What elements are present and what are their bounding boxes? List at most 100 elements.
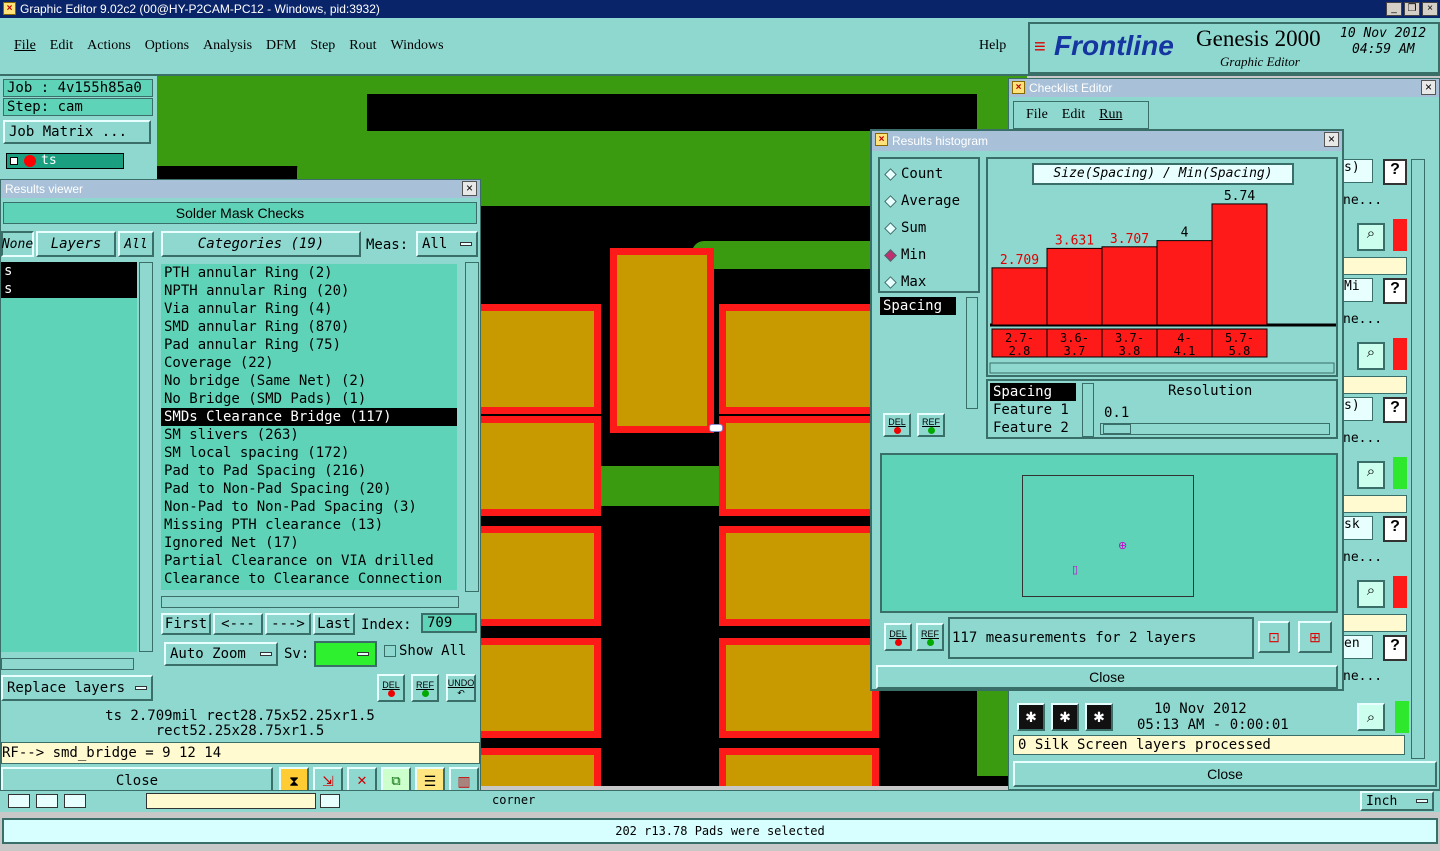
checklist-menu-file[interactable]: File — [1026, 107, 1048, 123]
layers-hscroll[interactable] — [1, 658, 134, 670]
del-button[interactable]: DEL — [883, 413, 911, 437]
next-button[interactable]: ---> — [265, 613, 311, 635]
category-item[interactable]: Coverage (22) — [161, 354, 457, 372]
attribute-list[interactable]: Spacing — [880, 297, 962, 407]
toolbar-icon[interactable] — [320, 794, 340, 808]
zoom-to-fit-icon[interactable]: ⊡ — [1258, 621, 1290, 653]
category-item[interactable]: No Bridge (SMD Pads) (1) — [161, 390, 457, 408]
category-item[interactable]: SM slivers (263) — [161, 426, 457, 444]
list-item[interactable]: Feature 1 — [990, 401, 1076, 419]
tab-none[interactable]: None — [1, 231, 34, 257]
meas-dropdown[interactable]: All — [416, 231, 478, 257]
run-icon[interactable]: ✱ — [1017, 703, 1045, 731]
del-button[interactable]: DEL — [377, 674, 405, 702]
categories-list[interactable]: PTH annular Ring (2) NPTH annular Ring (2… — [161, 264, 457, 590]
del-button[interactable]: DEL — [884, 623, 912, 651]
layers-scrollbar[interactable] — [139, 262, 153, 652]
show-all-checkbox[interactable] — [384, 645, 396, 657]
help-icon[interactable]: ? — [1383, 635, 1407, 661]
category-item[interactable]: Clearance to Clearance Connection — [161, 570, 457, 588]
checklist-close-button[interactable]: Close — [1013, 761, 1437, 787]
menu-help[interactable]: Help — [979, 38, 1006, 54]
toolbar-icon[interactable] — [8, 794, 30, 808]
category-item[interactable]: SMDs Clearance Bridge (117) — [161, 408, 457, 426]
list-item[interactable]: Feature 2 — [990, 419, 1076, 437]
categories-button[interactable]: Categories (19) — [161, 231, 361, 257]
checklist-row-more[interactable]: ne... — [1343, 669, 1382, 684]
categories-hscroll[interactable] — [161, 596, 459, 608]
histogram-bar[interactable] — [991, 267, 1048, 326]
toolbar-icon[interactable] — [36, 794, 58, 808]
close-icon[interactable]: × — [1324, 132, 1339, 147]
menu-dfm[interactable]: DFM — [266, 38, 296, 54]
menu-step[interactable]: Step — [310, 38, 335, 54]
category-item[interactable]: PTH annular Ring (2) — [161, 264, 457, 282]
unit-dropdown[interactable]: Inch — [1360, 791, 1434, 811]
list-item[interactable]: s — [1, 262, 137, 280]
checklist-row-more[interactable]: ne... — [1343, 550, 1382, 565]
list-item[interactable]: Spacing — [990, 383, 1076, 401]
ref-button[interactable]: REF — [411, 674, 439, 702]
histogram-bar[interactable] — [1046, 247, 1103, 326]
mode-option-max[interactable]: Max — [884, 271, 926, 293]
histogram-close-button[interactable]: Close — [876, 665, 1338, 689]
run-icon[interactable]: ✱ — [1051, 703, 1079, 731]
zoom-selection-icon[interactable]: ⊞ — [1298, 621, 1332, 653]
close-icon[interactable]: × — [462, 181, 477, 196]
resolution-slider[interactable] — [1100, 423, 1330, 435]
help-icon[interactable]: ? — [1383, 159, 1407, 185]
replace-layers-dropdown[interactable]: Replace layers — [1, 675, 153, 701]
attr-list-2[interactable]: Spacing Feature 1 Feature 2 — [990, 383, 1076, 437]
list-item[interactable]: Spacing — [880, 297, 956, 315]
histogram-bar[interactable] — [1156, 240, 1213, 326]
category-item[interactable]: Non-Pad to Non-Pad Spacing (3) — [161, 498, 457, 516]
toolbar-icon[interactable] — [64, 794, 86, 808]
checklist-row-more[interactable]: ne... — [1343, 312, 1382, 327]
category-item[interactable]: SMD annular Ring (870) — [161, 318, 457, 336]
histogram-bar[interactable] — [1101, 246, 1158, 326]
first-button[interactable]: First — [161, 613, 211, 635]
run-icon[interactable]: ✱ — [1085, 703, 1113, 731]
close-window-button[interactable]: × — [1422, 2, 1438, 16]
category-item[interactable]: Partial Clearance on VIA drilled — [161, 552, 457, 570]
categories-scrollbar[interactable] — [465, 262, 479, 592]
menu-edit[interactable]: Edit — [50, 38, 73, 54]
job-matrix-button[interactable]: Job Matrix ... — [3, 120, 151, 144]
close-icon[interactable]: × — [1421, 80, 1436, 95]
menu-windows[interactable]: Windows — [391, 38, 444, 54]
category-item[interactable]: Pad to Non-Pad Spacing (20) — [161, 480, 457, 498]
sv-color-dropdown[interactable] — [314, 641, 377, 667]
menu-options[interactable]: Options — [145, 38, 189, 54]
mode-option-sum[interactable]: Sum — [884, 217, 926, 239]
index-field[interactable]: 709 — [421, 613, 477, 633]
coord-field[interactable] — [146, 793, 316, 809]
minimize-button[interactable]: _ — [1386, 2, 1402, 16]
category-item[interactable]: Pad annular Ring (75) — [161, 336, 457, 354]
help-icon[interactable]: ? — [1383, 516, 1407, 542]
menu-analysis[interactable]: Analysis — [203, 38, 252, 54]
histogram-bar[interactable] — [1211, 203, 1268, 326]
auto-zoom-dropdown[interactable]: Auto Zoom — [164, 642, 278, 666]
category-item[interactable]: SM local spacing (172) — [161, 444, 457, 462]
ref-button[interactable]: REF — [917, 413, 945, 437]
mode-option-count[interactable]: Count — [884, 163, 943, 185]
category-item[interactable]: NPTH annular Ring (20) — [161, 282, 457, 300]
attribute-scrollbar[interactable] — [966, 297, 978, 409]
last-button[interactable]: Last — [313, 613, 355, 635]
category-item[interactable]: Via annular Ring (4) — [161, 300, 457, 318]
layers-list[interactable]: s s — [1, 262, 137, 652]
zoom-icon[interactable]: ⌕ — [1357, 342, 1385, 370]
help-icon[interactable]: ? — [1383, 397, 1407, 423]
zoom-icon[interactable]: ⌕ — [1357, 580, 1385, 608]
prev-button[interactable]: <--- — [213, 613, 263, 635]
chart-hscroll[interactable] — [989, 362, 1335, 374]
category-item[interactable]: No bridge (Same Net) (2) — [161, 372, 457, 390]
list-item[interactable]: s — [1, 280, 137, 298]
restore-button[interactable]: ❐ — [1404, 2, 1420, 16]
menu-rout[interactable]: Rout — [349, 38, 376, 54]
preview-panel[interactable]: ⊕ ▯ — [880, 453, 1338, 613]
checklist-row-more[interactable]: ne... — [1343, 193, 1382, 208]
zoom-icon[interactable]: ⌕ — [1357, 703, 1385, 731]
menu-actions[interactable]: Actions — [87, 38, 131, 54]
layer-chip[interactable]: ts — [6, 153, 124, 169]
